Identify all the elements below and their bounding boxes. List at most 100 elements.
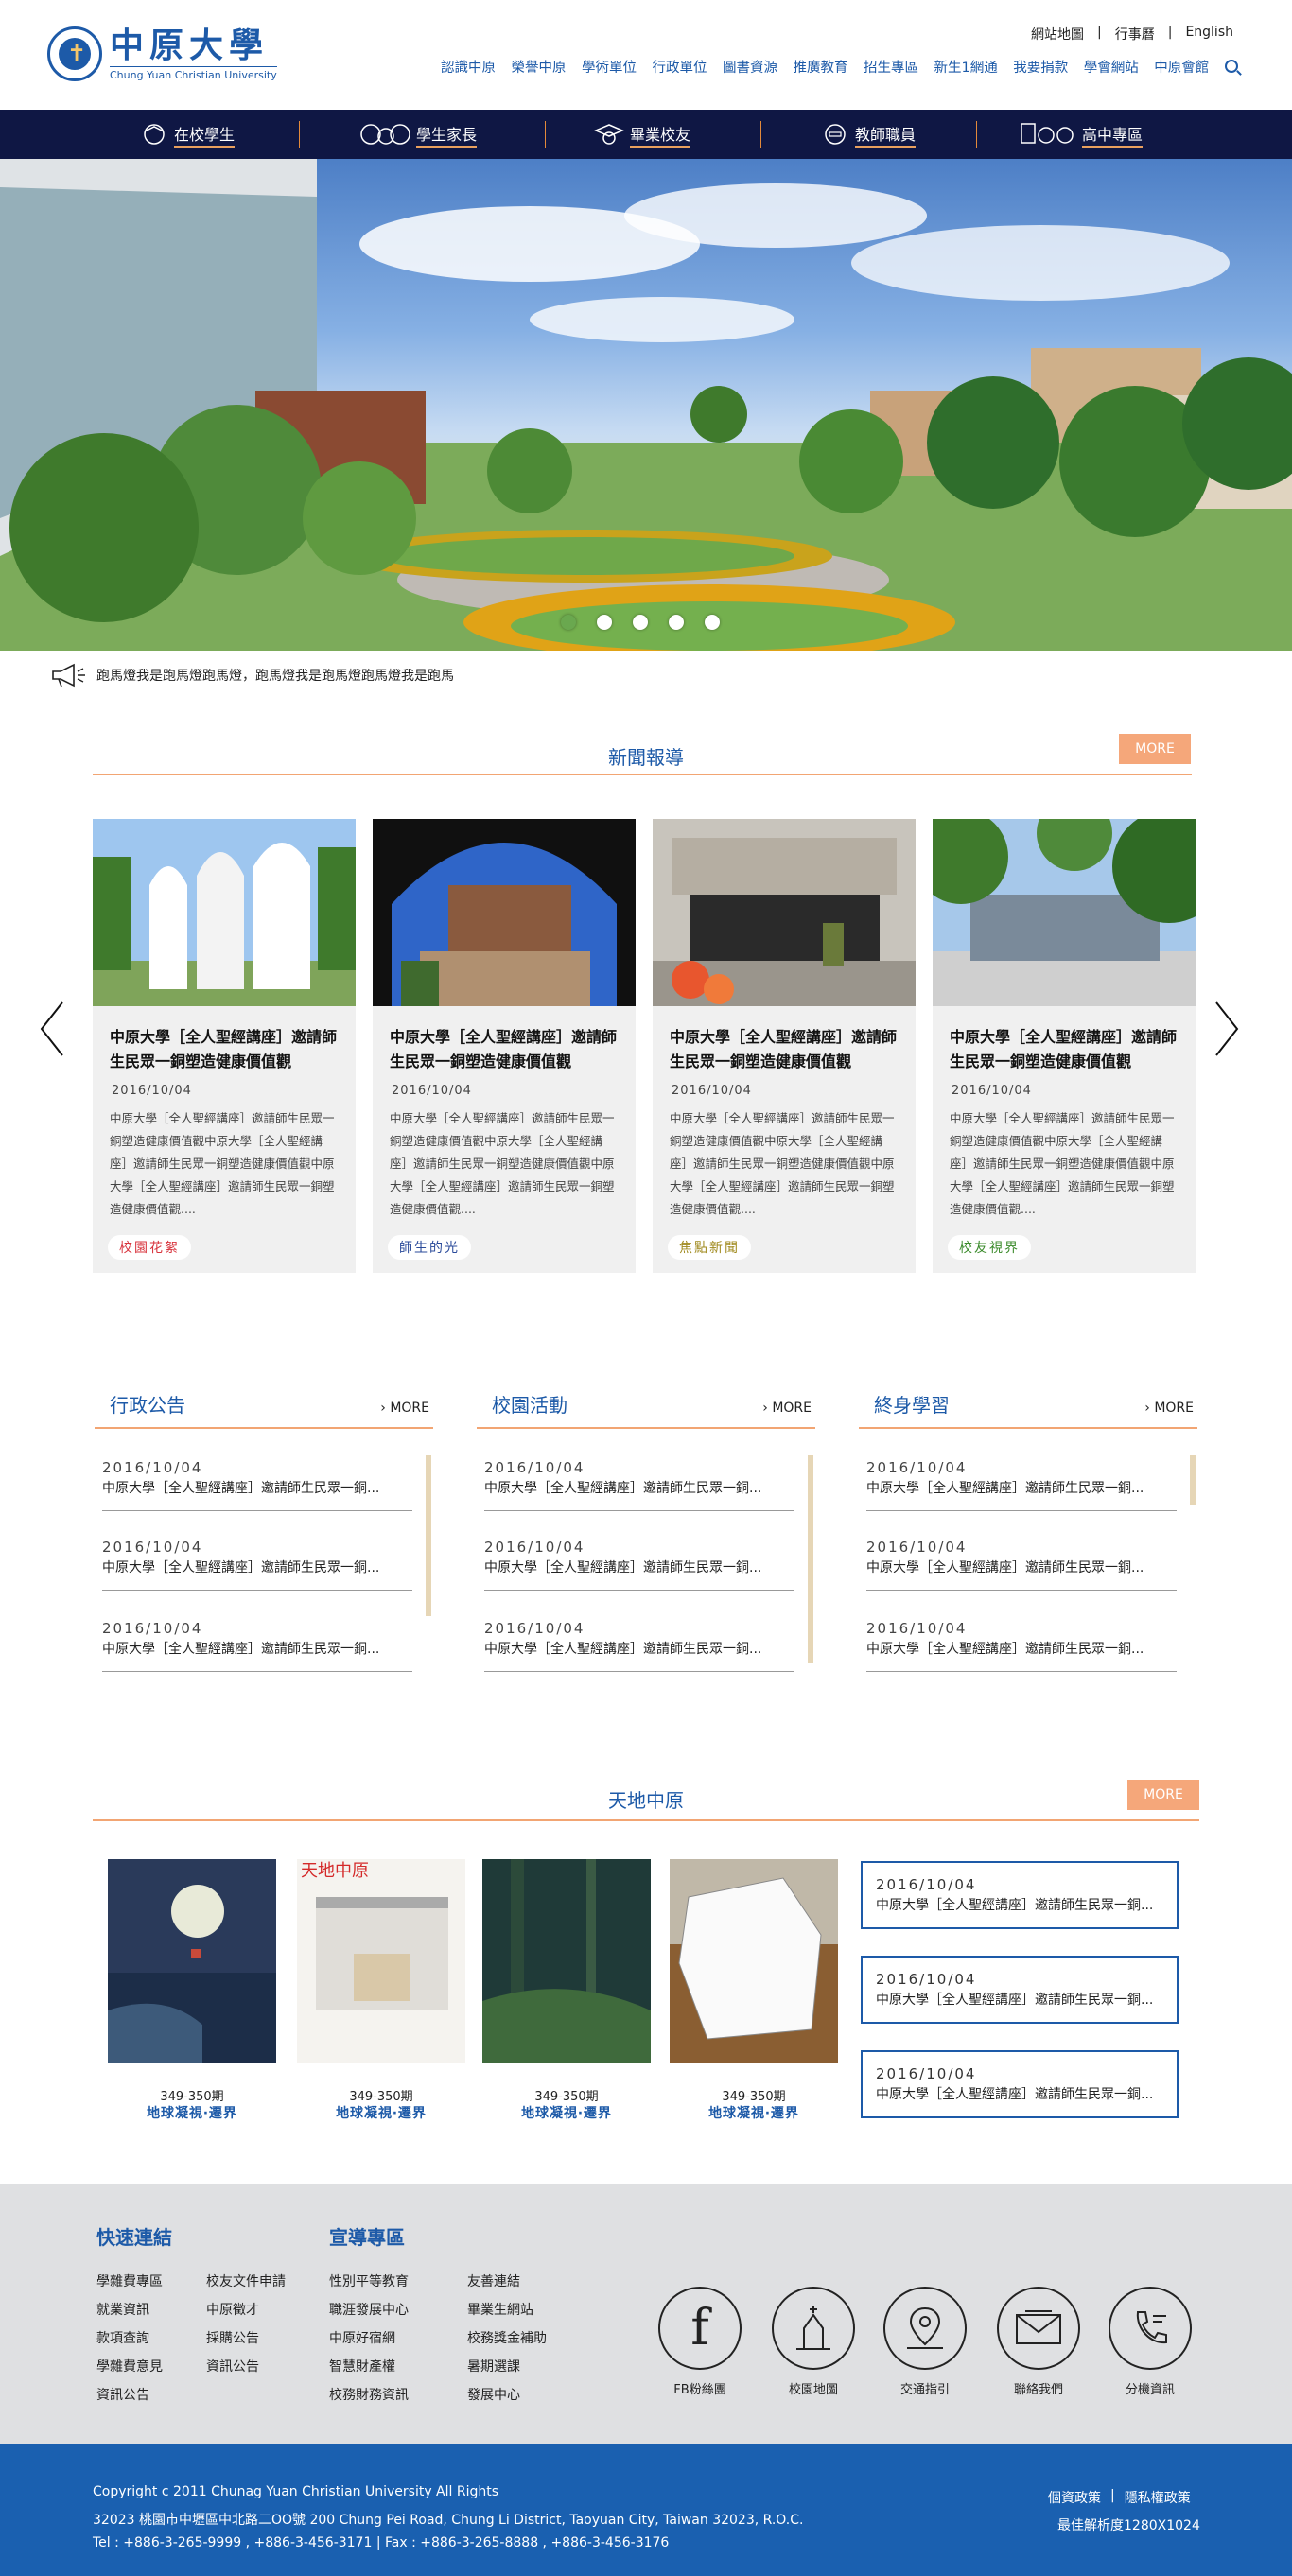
magazine-issue-title[interactable]: 地球凝視‧遷界 xyxy=(297,2103,465,2122)
list-item[interactable]: 2016/10/04 中原大學［全人聖經講座］邀請師生民眾一銅... xyxy=(866,1539,1177,1591)
footer-link[interactable]: 資訊公告 xyxy=(96,2385,149,2404)
nav-item[interactable]: 圖書資源 xyxy=(723,57,777,77)
footer-link[interactable]: 中原徵才 xyxy=(206,2300,259,2319)
news-more-button[interactable]: MORE xyxy=(1119,734,1191,764)
footer-link[interactable]: 職涯發展中心 xyxy=(329,2300,409,2319)
news-image xyxy=(653,819,916,1006)
footer-shortcut[interactable]: 交通指引 xyxy=(883,2287,967,2397)
nav-item[interactable]: 認識中原 xyxy=(441,57,496,77)
list-more-link[interactable]: › MORE xyxy=(1144,1401,1194,1416)
list-more-link[interactable]: › MORE xyxy=(762,1401,812,1416)
footer-shortcut[interactable]: 聯絡我們 xyxy=(997,2287,1080,2397)
list-item[interactable]: 2016/10/04 中原大學［全人聖經講座］邀請師生民眾一銅... xyxy=(484,1459,794,1511)
news-card-tag[interactable]: 校友視界 xyxy=(948,1235,1031,1260)
magazine-text-item[interactable]: 2016/10/04 中原大學［全人聖經講座］邀請師生民眾一銅... xyxy=(861,1861,1179,1929)
contact-text: Tel : +886-3-265-9999 , +886-3-456-3171 … xyxy=(93,2535,670,2550)
magazine-text-item[interactable]: 2016/10/04 中原大學［全人聖經講座］邀請師生民眾一銅... xyxy=(861,2050,1179,2118)
sitemap-link[interactable]: 網站地圖 xyxy=(1018,25,1097,44)
footer-link[interactable]: 發展中心 xyxy=(467,2385,520,2404)
nav-item[interactable]: 榮譽中原 xyxy=(512,57,567,77)
slide-dot[interactable] xyxy=(669,615,684,630)
privacy-rights-link[interactable]: 隱私權政策 xyxy=(1125,2488,1191,2507)
role-students[interactable]: 在校學生 xyxy=(140,110,236,159)
footer-shortcut[interactable]: 分機資訊 xyxy=(1109,2287,1192,2397)
footer-link[interactable]: 就業資訊 xyxy=(96,2300,149,2319)
hero-banner[interactable] xyxy=(0,159,1292,651)
news-card[interactable]: 中原大學［全人聖經講座］邀請師生民眾一銅塑造健康價值觀 2016/10/04 中… xyxy=(373,819,636,1273)
magazine-cover[interactable] xyxy=(482,1859,651,2063)
news-image xyxy=(93,819,356,1006)
footer-link[interactable]: 校友文件申請 xyxy=(206,2271,286,2290)
nav-item[interactable]: 招生專區 xyxy=(864,57,918,77)
list-title: 校園活動 xyxy=(492,1394,567,1417)
slide-dot[interactable] xyxy=(633,615,648,630)
scrollbar[interactable] xyxy=(426,1455,431,1616)
english-link[interactable]: English xyxy=(1172,25,1247,44)
promo-links-title: 宣導專區 xyxy=(329,2226,405,2249)
list-item[interactable]: 2016/10/04 中原大學［全人聖經講座］邀請師生民眾一銅... xyxy=(102,1539,412,1591)
slide-dot[interactable] xyxy=(561,615,576,630)
item-date: 2016/10/04 xyxy=(876,1876,977,1893)
news-card-tag[interactable]: 校園花絮 xyxy=(108,1235,191,1260)
footer-link[interactable]: 友善連結 xyxy=(467,2271,520,2290)
news-card-tag[interactable]: 焦點新聞 xyxy=(668,1235,751,1260)
footer-link[interactable]: 款項查詢 xyxy=(96,2328,149,2347)
nav-item[interactable]: 行政單位 xyxy=(653,57,707,77)
carousel-next-arrow-icon[interactable] xyxy=(1214,1001,1239,1057)
list-more-link[interactable]: › MORE xyxy=(380,1401,429,1416)
scrollbar[interactable] xyxy=(808,1455,813,1663)
search-icon[interactable] xyxy=(1224,59,1238,73)
nav-item[interactable]: 學會網站 xyxy=(1084,57,1139,77)
magazine-cover[interactable] xyxy=(108,1859,276,2063)
magazine-text-item[interactable]: 2016/10/04 中原大學［全人聖經講座］邀請師生民眾一銅... xyxy=(861,1956,1179,2024)
university-logo[interactable]: 中原大學 Chung Yuan Christian University xyxy=(47,26,277,81)
role-alumni[interactable]: 畢業校友 xyxy=(594,110,691,159)
carousel-prev-arrow-icon[interactable] xyxy=(40,1001,64,1057)
magazine-cover[interactable] xyxy=(670,1859,838,2063)
calendar-link[interactable]: 行事曆 xyxy=(1102,25,1168,44)
footer-shortcut[interactable]: f FB粉絲團 xyxy=(658,2287,742,2397)
footer-shortcut[interactable]: 校園地圖 xyxy=(772,2287,855,2397)
footer-link[interactable]: 校務獎金補助 xyxy=(467,2328,547,2347)
nav-item[interactable]: 中原會館 xyxy=(1154,57,1209,77)
footer-link[interactable]: 智慧財產權 xyxy=(329,2357,395,2376)
list-item[interactable]: 2016/10/04 中原大學［全人聖經講座］邀請師生民眾一銅... xyxy=(102,1459,412,1511)
footer-link[interactable]: 校務財務資訊 xyxy=(329,2385,409,2404)
footer-link[interactable]: 採購公告 xyxy=(206,2328,259,2347)
list-item[interactable]: 2016/10/04 中原大學［全人聖經講座］邀請師生民眾一銅... xyxy=(866,1620,1177,1672)
footer-link[interactable]: 學雜費意見 xyxy=(96,2357,163,2376)
magazine-issue-title[interactable]: 地球凝視‧遷界 xyxy=(670,2103,838,2122)
magazine-issue-title[interactable]: 地球凝視‧遷界 xyxy=(482,2103,651,2122)
role-parents[interactable]: 學生家長 xyxy=(358,110,478,159)
slide-dot[interactable] xyxy=(597,615,612,630)
scrollbar[interactable] xyxy=(1190,1455,1196,1505)
news-card-excerpt: 中原大學［全人聖經講座］邀請師生民眾一銅塑造健康價值觀中原大學［全人聖經講座］邀… xyxy=(110,1111,335,1216)
privacy-policy-link[interactable]: 個資政策 xyxy=(1048,2488,1101,2507)
nav-item[interactable]: 學術單位 xyxy=(582,57,637,77)
news-card-tag[interactable]: 師生的光 xyxy=(388,1235,471,1260)
news-card-date: 2016/10/04 xyxy=(952,1084,1032,1098)
footer-link[interactable]: 畢業生網站 xyxy=(467,2300,533,2319)
slide-dot[interactable] xyxy=(705,615,720,630)
role-staff[interactable]: 教師職員 xyxy=(821,110,917,159)
list-item[interactable]: 2016/10/04 中原大學［全人聖經講座］邀請師生民眾一銅... xyxy=(484,1620,794,1672)
news-card[interactable]: 中原大學［全人聖經講座］邀請師生民眾一銅塑造健康價值觀 2016/10/04 中… xyxy=(914,795,1226,1273)
news-card[interactable]: 中原大學［全人聖經講座］邀請師生民眾一銅塑造健康價值觀 2016/10/04 中… xyxy=(653,819,916,1273)
role-highschool[interactable]: 高中專區 xyxy=(1020,110,1144,159)
footer-link[interactable]: 性別平等教育 xyxy=(329,2271,409,2290)
nav-item[interactable]: 我要捐款 xyxy=(1013,57,1068,77)
news-card-title: 中原大學［全人聖經講座］邀請師生民眾一銅塑造健康價值觀 xyxy=(110,1028,338,1070)
list-item[interactable]: 2016/10/04 中原大學［全人聖經講座］邀請師生民眾一銅... xyxy=(102,1620,412,1672)
nav-item[interactable]: 新生1網通 xyxy=(934,57,998,77)
news-card[interactable]: 中原大學［全人聖經講座］邀請師生民眾一銅塑造健康價值觀 2016/10/04 中… xyxy=(93,819,356,1273)
list-item[interactable]: 2016/10/04 中原大學［全人聖經講座］邀請師生民眾一銅... xyxy=(866,1459,1177,1511)
footer-link[interactable]: 學雜費專區 xyxy=(96,2271,163,2290)
nav-item[interactable]: 推廣教育 xyxy=(794,57,848,77)
magazine-cover[interactable]: 天地中原 xyxy=(297,1859,465,2063)
list-item[interactable]: 2016/10/04 中原大學［全人聖經講座］邀請師生民眾一銅... xyxy=(484,1539,794,1591)
magazine-more-button[interactable]: MORE xyxy=(1127,1780,1199,1810)
footer-link[interactable]: 資訊公告 xyxy=(206,2357,259,2376)
footer-link[interactable]: 中原好宿網 xyxy=(329,2328,395,2347)
footer-link[interactable]: 暑期選課 xyxy=(467,2357,520,2376)
magazine-issue-title[interactable]: 地球凝視‧遷界 xyxy=(108,2103,276,2122)
